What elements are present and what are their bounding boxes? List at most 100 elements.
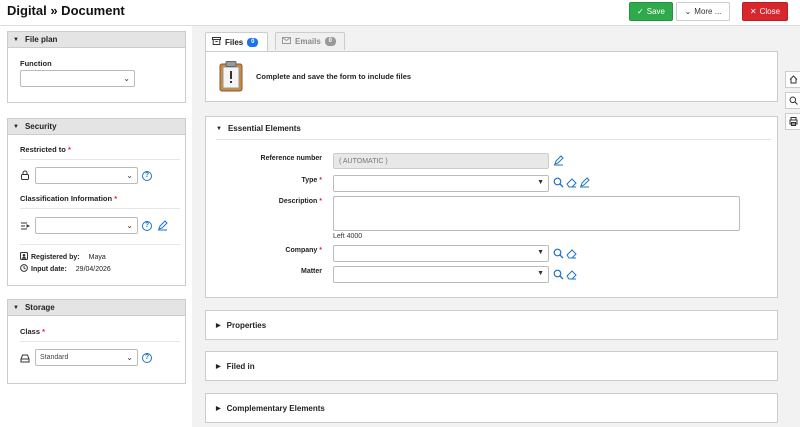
filed-in-header[interactable]: ▶ Filed in xyxy=(216,362,255,371)
caret-down-icon: ▼ xyxy=(537,270,544,277)
reference-input: ( AUTOMATIC ) xyxy=(333,153,549,169)
close-button-label: Close xyxy=(759,7,781,16)
company-label: Company * xyxy=(212,247,322,254)
input-date-value: 29/04/2026 xyxy=(75,265,111,273)
description-label-text: Description xyxy=(278,198,318,205)
filed-in-title: Filed in xyxy=(226,362,255,371)
search-icon xyxy=(789,96,798,105)
file-plan-header[interactable]: ▼ File plan xyxy=(8,32,185,48)
essential-elements-title: Essential Elements xyxy=(227,124,301,133)
restricted-label-text: Restricted to xyxy=(20,145,66,154)
search-icon[interactable] xyxy=(553,269,564,280)
chevron-down-icon: ⌄ xyxy=(123,74,130,83)
caret-down-icon: ▼ xyxy=(537,249,544,256)
storage-panel: ▼ Storage Class * Standard ⌄ ? xyxy=(7,299,186,384)
search-icon[interactable] xyxy=(553,248,564,259)
description-label: Description * xyxy=(212,198,322,205)
eraser-icon[interactable] xyxy=(566,177,577,188)
reference-label: Reference number xyxy=(260,155,322,162)
classification-select[interactable]: ⌄ xyxy=(35,217,138,234)
eraser-icon[interactable] xyxy=(566,248,577,259)
complementary-title: Complementary Elements xyxy=(226,404,325,413)
registered-label: Registered by: xyxy=(31,253,80,261)
more-button[interactable]: ⌄ More ... xyxy=(676,2,730,21)
caret-down-icon: ▼ xyxy=(13,123,19,130)
save-button-label: Save xyxy=(646,7,665,16)
emails-count-badge: 0 xyxy=(324,37,336,46)
type-label: Type * xyxy=(212,177,322,184)
required-marker: * xyxy=(114,194,118,203)
reference-value: ( AUTOMATIC ) xyxy=(339,157,388,165)
caret-down-icon: ▼ xyxy=(537,179,544,186)
drive-icon xyxy=(20,353,30,363)
properties-header[interactable]: ▶ Properties xyxy=(216,321,266,330)
matter-select[interactable]: ▼ xyxy=(333,266,549,283)
help-icon[interactable]: ? xyxy=(142,353,152,363)
complementary-panel[interactable]: ▶ Complementary Elements xyxy=(205,393,778,423)
classification-label-text: Classification Information xyxy=(20,194,113,203)
function-select[interactable]: ⌄ xyxy=(20,70,135,87)
files-panel: Complete and save the form to include fi… xyxy=(205,51,778,102)
classification-label: Classification Information * xyxy=(20,194,117,203)
home-button[interactable] xyxy=(785,71,800,88)
search-icon[interactable] xyxy=(553,177,564,188)
input-date-row: Input date: 29/04/2026 xyxy=(20,264,111,274)
properties-title: Properties xyxy=(226,321,267,330)
filed-in-panel[interactable]: ▶ Filed in xyxy=(205,351,778,381)
registered-row: Registered by: Maya xyxy=(20,252,106,262)
storage-header[interactable]: ▼ Storage xyxy=(8,300,185,316)
files-message: Complete and save the form to include fi… xyxy=(256,72,412,81)
type-label-text: Type xyxy=(301,177,318,184)
class-select-value: Standard xyxy=(40,354,69,361)
security-header[interactable]: ▼ Security xyxy=(8,119,185,135)
envelope-icon xyxy=(282,37,291,46)
required-marker: * xyxy=(67,145,71,154)
clock-icon xyxy=(20,264,28,274)
security-title: Security xyxy=(24,122,57,131)
class-select[interactable]: Standard ⌄ xyxy=(35,349,138,366)
tab-files[interactable]: Files 0 xyxy=(205,32,268,51)
matter-label: Matter xyxy=(300,268,322,275)
essential-elements-header[interactable]: ▼ Essential Elements xyxy=(216,124,301,133)
divider xyxy=(216,139,771,140)
caret-down-icon: ▼ xyxy=(13,304,19,311)
chevron-down-icon: ⌄ xyxy=(684,7,692,16)
character-counter: Left 4000 xyxy=(333,233,363,240)
help-icon[interactable]: ? xyxy=(142,171,152,181)
edit-icon[interactable] xyxy=(579,177,590,188)
help-icon[interactable]: ? xyxy=(142,221,152,231)
tab-files-label: Files xyxy=(225,37,244,47)
class-label-text: Class xyxy=(20,327,41,336)
storage-title: Storage xyxy=(24,303,55,312)
restricted-select[interactable]: ⌄ xyxy=(35,167,138,184)
required-marker: * xyxy=(42,327,46,336)
description-textarea[interactable] xyxy=(333,196,740,231)
save-button[interactable]: ✓ Save xyxy=(629,2,673,21)
tab-emails[interactable]: Emails 0 xyxy=(275,32,345,50)
lock-icon xyxy=(20,170,30,180)
more-button-label: More ... xyxy=(694,7,722,16)
home-icon xyxy=(789,75,797,84)
file-plan-panel: ▼ File plan Function ⌄ xyxy=(7,31,186,103)
divider xyxy=(20,341,180,342)
caret-down-icon: ▼ xyxy=(13,36,19,43)
edit-icon[interactable] xyxy=(157,220,168,231)
chevron-down-icon: ⌄ xyxy=(126,171,133,180)
company-select[interactable]: ▼ xyxy=(333,245,549,262)
complementary-header[interactable]: ▶ Complementary Elements xyxy=(216,404,325,413)
required-marker: * xyxy=(319,247,322,254)
eraser-icon[interactable] xyxy=(566,269,577,280)
input-date-label: Input date: xyxy=(31,265,67,273)
required-marker: * xyxy=(319,177,322,184)
page-title: Digital » Document xyxy=(7,3,125,18)
divider xyxy=(20,159,180,160)
list-indent-icon xyxy=(20,221,30,231)
close-button[interactable]: ✕ Close xyxy=(742,2,788,21)
files-count-badge: 0 xyxy=(247,37,259,47)
registered-value: Maya xyxy=(88,253,106,261)
search-button[interactable] xyxy=(785,92,800,109)
print-button[interactable] xyxy=(785,113,800,130)
properties-panel[interactable]: ▶ Properties xyxy=(205,310,778,340)
edit-icon[interactable] xyxy=(553,155,564,166)
type-select[interactable]: ▼ xyxy=(333,175,549,192)
